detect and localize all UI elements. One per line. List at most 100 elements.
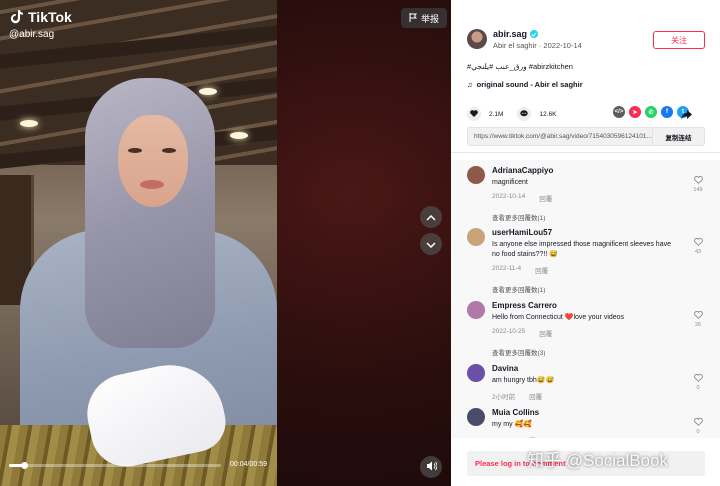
reply-button[interactable]: 回覆 — [529, 391, 542, 401]
comment-avatar[interactable] — [467, 166, 485, 184]
comment-text: am hungry tbh😅😅 — [492, 377, 555, 384]
facebook-icon[interactable]: f — [661, 106, 673, 118]
share-arrow-icon[interactable] — [681, 107, 692, 125]
send-icon[interactable]: ➤ — [629, 106, 641, 118]
sound-link[interactable]: ♫ original sound - Abir el saghir — [467, 80, 583, 89]
comment-list[interactable]: AdrianaCappiyo magnificent 2022-10-14 回覆 查看更… — [451, 160, 720, 438]
watermark: 知乎 @SocialBook — [527, 451, 669, 470]
heart-outline-icon — [693, 311, 703, 319]
comment-body: userHamiLou57 Is anyone else impressed th… — [492, 228, 677, 294]
post-description: #ورق_عنب #يلنجي #abirzkitchen — [467, 62, 573, 71]
comment-text: Hello from Connecticut ❤️love your video… — [492, 314, 625, 321]
tiktok-logo[interactable]: TikTok — [8, 8, 72, 25]
list-item: userHamiLou57 Is anyone else impressed th… — [467, 228, 705, 294]
reply-button[interactable]: 回覆 — [535, 265, 548, 275]
comment-like-count: 26 — [694, 322, 702, 328]
comment-like-button[interactable]: 26 — [691, 311, 705, 328]
list-item: Davina am hungry tbh😅😅 2小时前 回覆 0 — [467, 364, 705, 401]
follow-button[interactable]: 关注 — [653, 31, 705, 49]
comment-button[interactable] — [517, 107, 532, 121]
comment-date: 2022-10-14 — [492, 193, 526, 200]
flag-icon — [409, 12, 417, 24]
comment-author[interactable]: Davina — [492, 364, 677, 373]
comment-like-button[interactable]: 149 — [691, 176, 705, 193]
comment-author[interactable]: AdrianaCappiyo — [492, 166, 677, 175]
heart-outline-icon — [693, 418, 703, 426]
tiktok-brand-text: TikTok — [28, 8, 72, 25]
avatar[interactable] — [467, 29, 487, 49]
divider — [451, 152, 720, 153]
view-more-replies[interactable]: 查看更多回覆数(1) — [492, 284, 677, 294]
author-name[interactable]: abir.sag — [493, 29, 527, 39]
verified-icon — [530, 30, 539, 38]
video-frame[interactable] — [0, 0, 277, 486]
comment-avatar[interactable] — [467, 301, 485, 319]
heart-outline-icon — [693, 176, 703, 184]
comment-meta: 2小时前 回覆 — [492, 391, 677, 401]
chevron-up-icon — [426, 208, 436, 226]
volume-button[interactable] — [420, 456, 442, 478]
comment-like-button[interactable]: 43 — [691, 238, 705, 255]
comment-date: 2小时前 — [492, 394, 516, 401]
heart-outline-icon — [693, 238, 703, 246]
tiktok-note-icon — [8, 8, 25, 25]
comment-like-button[interactable]: 0 — [691, 418, 705, 435]
previous-video-button[interactable] — [420, 206, 442, 228]
comment-like-button[interactable]: 0 — [691, 374, 705, 391]
comment-like-count: 43 — [694, 249, 702, 255]
detail-panel: abir.sag Abir el saghir · 2022-10-14 关注 … — [451, 0, 720, 486]
comment-date: 2022-10-25 — [492, 328, 526, 335]
copy-link-button[interactable]: 复制连结 — [652, 128, 704, 145]
video-time: 00:04/00:59 — [230, 461, 267, 468]
reply-button[interactable]: 回覆 — [539, 328, 552, 338]
reply-button[interactable]: 回覆 — [539, 193, 552, 203]
share-buttons: </> ➤ ✆ f t — [613, 106, 689, 118]
list-item: Muia Collins my my 🥰🥰 1天前 回覆 0 — [467, 408, 705, 438]
video-face — [118, 115, 188, 207]
video-lamp — [20, 120, 38, 127]
comment-author[interactable]: Empress Carrero — [492, 301, 677, 310]
chevron-down-icon — [426, 235, 436, 253]
comment-body: Muia Collins my my 🥰🥰 1天前 回覆 — [492, 408, 677, 438]
video-progress-knob[interactable] — [20, 462, 28, 469]
comment-meta: 1天前 回覆 — [492, 435, 677, 438]
comment-meta: 2022-11-4 回覆 — [492, 265, 677, 275]
next-video-button[interactable] — [420, 233, 442, 255]
video-url[interactable]: https://www.tiktok.com/@abir.sag/video/7… — [468, 133, 652, 140]
list-item: Empress Carrero Hello from Connecticut ❤️… — [467, 301, 705, 357]
report-button[interactable]: 举报 — [401, 8, 448, 28]
comment-avatar[interactable] — [467, 364, 485, 382]
video-handle[interactable]: @abir.sag — [9, 29, 54, 40]
comment-author[interactable]: userHamiLou57 — [492, 228, 677, 237]
comment-body: Empress Carrero Hello from Connecticut ❤️… — [492, 301, 677, 357]
speaker-icon — [426, 458, 437, 476]
comment-count: 12.6K — [539, 110, 557, 118]
heart-outline-icon — [693, 374, 703, 382]
whatsapp-icon[interactable]: ✆ — [645, 106, 657, 118]
reply-button[interactable]: 回覆 — [523, 435, 536, 438]
share-link-bar: https://www.tiktok.com/@abir.sag/video/7… — [467, 127, 705, 146]
author-name-row: abir.sag — [493, 29, 582, 39]
comment-meta: 2022-10-25 回覆 — [492, 328, 677, 338]
view-more-replies[interactable]: 查看更多回覆数(3) — [492, 347, 677, 357]
sound-name: original sound - Abir el saghir — [476, 80, 583, 89]
comment-like-count: 0 — [696, 385, 700, 391]
comment-author[interactable]: Muia Collins — [492, 408, 677, 417]
comment-date: 2022-11-4 — [492, 265, 522, 272]
list-item: AdrianaCappiyo magnificent 2022-10-14 回覆查看更… — [467, 166, 705, 222]
like-button[interactable] — [467, 107, 481, 121]
comment-body: AdrianaCappiyo magnificent 2022-10-14 回覆查看更… — [492, 166, 677, 222]
comment-avatar[interactable] — [467, 228, 485, 246]
comment-avatar[interactable] — [467, 408, 485, 426]
comment-meta: 2022-10-14 回覆 — [492, 193, 677, 203]
embed-icon[interactable]: </> — [613, 106, 625, 118]
comment-date: 1天前 — [492, 435, 509, 438]
like-count: 2.1M — [489, 110, 504, 118]
comment-text: magnificent — [492, 179, 528, 186]
video-stage[interactable]: TikTok @abir.sag 举报 00:04/00:59 — [0, 0, 451, 486]
video-progress-bar[interactable] — [9, 462, 221, 469]
comment-like-count: 149 — [693, 187, 703, 193]
comment-body: Davina am hungry tbh😅😅 2小时前 回覆 — [492, 364, 677, 401]
video-eye — [128, 148, 142, 153]
view-more-replies[interactable]: 查看更多回覆数(1) — [492, 212, 677, 222]
